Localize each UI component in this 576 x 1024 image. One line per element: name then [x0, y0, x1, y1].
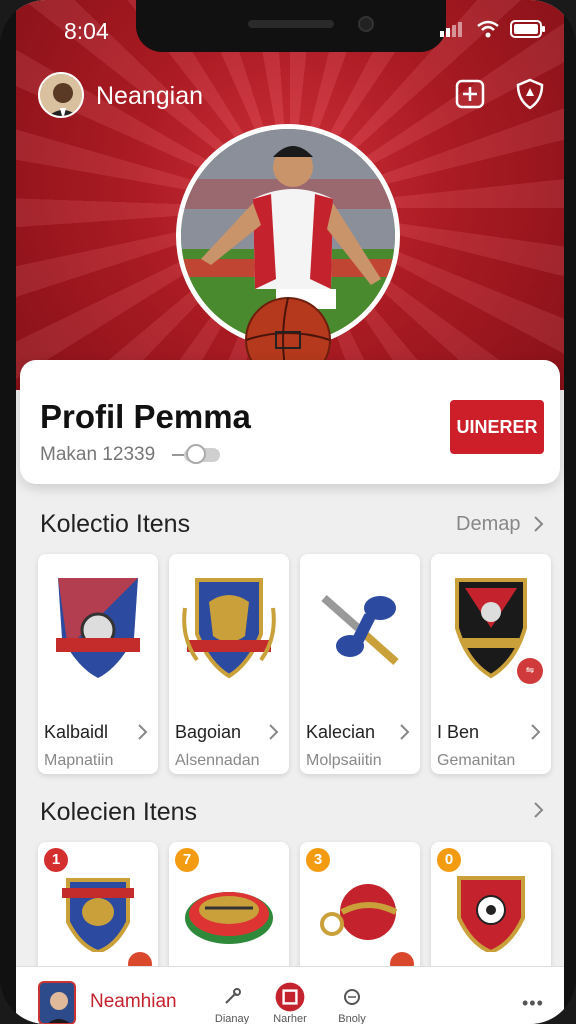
- bat-icon: [321, 595, 399, 665]
- collection-card[interactable]: ⇋ I Ben Gemanitan: [431, 554, 551, 774]
- item-number-badge: 7: [175, 848, 199, 872]
- item-number-badge: 0: [437, 848, 461, 872]
- chevron-right-icon: [531, 724, 541, 740]
- nav-label: Narher: [273, 1013, 307, 1024]
- card-meta: Gemanitan: [437, 752, 516, 769]
- chevron-right-icon[interactable]: [532, 514, 546, 534]
- speaker: [248, 20, 334, 28]
- status-icons: [440, 20, 546, 38]
- card-name: I Ben: [437, 722, 480, 742]
- avatar-image: [40, 74, 82, 116]
- avatar[interactable]: [38, 72, 84, 118]
- add-icon: [455, 79, 485, 109]
- notch: [136, 0, 446, 52]
- unerer-button[interactable]: UINERER: [450, 400, 544, 454]
- collection-card[interactable]: Kalecian Molpsaiitin: [300, 554, 420, 774]
- card-meta: Mapnatiin: [44, 752, 114, 769]
- nav-item-bnoly[interactable]: Bnoly: [322, 985, 382, 1024]
- card-meta: Molpsaiitin: [306, 752, 382, 769]
- card-badge: ⇋: [517, 658, 543, 684]
- status-time: 8:04: [64, 18, 109, 44]
- toggle-knob: [186, 444, 206, 464]
- card-name: Kalecian: [306, 722, 376, 742]
- chevron-right-icon: [138, 724, 148, 740]
- medal-icon: [185, 892, 273, 944]
- section-title-collection: Kolectio Itens: [40, 510, 191, 538]
- crest-icon: [182, 578, 276, 679]
- shield-icon: [516, 78, 544, 110]
- status-bar: 8:04: [16, 0, 564, 60]
- crest-icon: [56, 578, 140, 678]
- nav-item-narher[interactable]: Narher: [260, 982, 320, 1024]
- collection-card[interactable]: Bagoian Alsennadan: [169, 554, 289, 774]
- bottom-avatar[interactable]: [38, 981, 76, 1024]
- collection-card[interactable]: Kalbaidl Mapnatiin: [38, 554, 158, 774]
- chevron-right-icon[interactable]: [532, 800, 546, 820]
- ball-item-icon: [320, 884, 398, 940]
- item-number-badge: 3: [306, 848, 330, 872]
- section-link-demap[interactable]: Demap: [456, 513, 520, 536]
- item-number-badge: 1: [44, 848, 68, 872]
- chevron-right-icon: [269, 724, 279, 740]
- bottom-user-name: Neamhian: [90, 991, 177, 1012]
- section-title-items: Kolecien Itens: [40, 798, 198, 826]
- nav-label: Bnoly: [338, 1013, 366, 1024]
- chevron-right-icon: [400, 724, 410, 740]
- front-camera: [358, 16, 374, 32]
- avatar-image: [40, 983, 74, 1023]
- profile-title: Profil Pemma: [40, 398, 251, 435]
- card-name: Kalbaidl: [44, 722, 109, 742]
- item-card[interactable]: 1: [38, 842, 158, 982]
- battery-icon: [510, 20, 545, 38]
- phone-frame: 8:04 Neangian Profil Pemma Makan 12339 U…: [0, 0, 576, 1024]
- screen: 8:04 Neangian Profil Pemma Makan 12339 U…: [16, 0, 564, 1024]
- ball-nav-icon: [344, 989, 360, 1005]
- add-button[interactable]: [452, 76, 488, 112]
- bottom-nav: Neamhian Dianay Narher Bnoly •••: [16, 966, 564, 1024]
- football-crest-icon: [457, 876, 525, 952]
- profile-subtitle: Makan 12339: [40, 444, 156, 465]
- item-card[interactable]: 3: [300, 842, 420, 982]
- pin-icon: [225, 988, 241, 1004]
- nav-item-dianay[interactable]: Dianay: [202, 985, 262, 1024]
- shield-button[interactable]: [512, 76, 548, 112]
- card-meta: Alsennadan: [175, 752, 260, 769]
- profile-toggle[interactable]: [172, 444, 220, 464]
- wifi-icon: [477, 20, 499, 38]
- more-button[interactable]: •••: [522, 993, 544, 1014]
- item-card[interactable]: 7: [169, 842, 289, 982]
- profile-card: Profil Pemma Makan 12339 UINERER: [20, 360, 560, 484]
- crest-nav-icon: [275, 982, 305, 1012]
- user-name: Neangian: [96, 82, 204, 110]
- item-card[interactable]: 0: [431, 842, 551, 982]
- nav-label: Dianay: [214, 1013, 250, 1024]
- card-name: Bagoian: [175, 722, 242, 742]
- crest-icon: [62, 878, 134, 952]
- signal-icon: [440, 22, 462, 37]
- header-row: Neangian: [16, 70, 564, 122]
